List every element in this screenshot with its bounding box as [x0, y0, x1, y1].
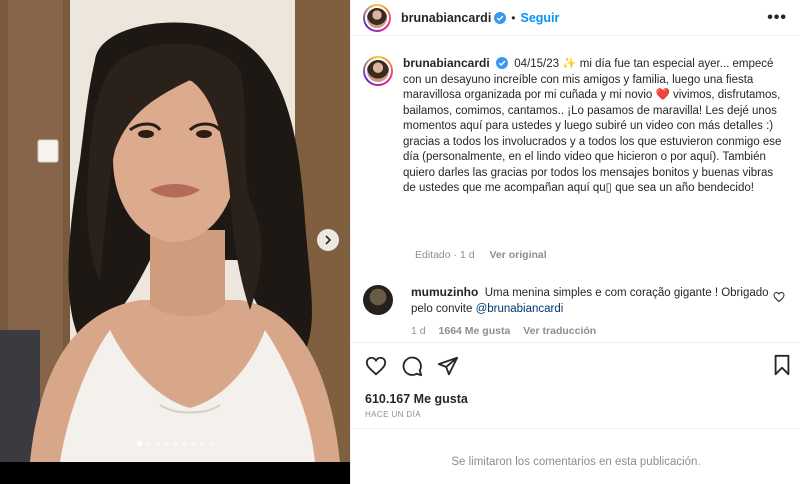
carousel-dots [0, 441, 350, 446]
carousel-dot [136, 441, 142, 446]
author-username[interactable]: brunabiancardi [401, 11, 491, 25]
verified-badge-icon [495, 57, 508, 69]
media-bottom-bar [0, 462, 350, 484]
header-separator: • [511, 10, 516, 25]
carousel-dot [190, 441, 196, 446]
author-avatar[interactable] [363, 3, 391, 32]
instagram-post-window: brunabiancardi • Seguir ••• brunabiancar… [0, 0, 800, 484]
comment-age: 1 d [411, 325, 426, 337]
comments-limited-notice: Se limitaron los comentarios en esta pub… [451, 456, 701, 468]
comment-mention-link[interactable]: @brunabiancardi [476, 303, 564, 315]
action-bar [365, 354, 793, 378]
comment-heart-icon[interactable] [773, 291, 785, 303]
post-media [0, 0, 350, 484]
comment-likes[interactable]: 1664 Me gusta [439, 325, 511, 337]
follow-button[interactable]: Seguir [521, 11, 560, 25]
carousel-dot [208, 441, 214, 446]
carousel-dot [199, 441, 205, 446]
carousel-dot [181, 441, 187, 446]
post-date: HACE UN DÍA [365, 410, 421, 419]
carousel-dot [163, 441, 169, 446]
post-header: brunabiancardi • Seguir ••• [351, 0, 800, 36]
carousel-dot [172, 441, 178, 446]
see-translation-button[interactable]: Ver traducción [523, 325, 596, 337]
caption-edited: Editado · 1 d [415, 249, 475, 261]
commenter-avatar[interactable] [363, 285, 393, 315]
post-side-panel: brunabiancardi • Seguir ••• brunabiancar… [350, 0, 800, 484]
caption-text: 04/15/23 ✨ mi día fue tan especial ayer.… [403, 58, 782, 194]
verified-badge-icon [494, 11, 507, 24]
portrait-image [0, 0, 350, 462]
more-options-icon[interactable]: ••• [767, 9, 787, 27]
comment-meta: 1 d 1664 Me gusta Ver traducción [411, 324, 771, 340]
post-photo[interactable] [0, 0, 350, 462]
carousel-dot [154, 441, 160, 446]
bookmark-icon[interactable] [771, 354, 793, 376]
caption-text-block: brunabiancardi 04/15/23 ✨ mi día fue tan… [403, 56, 789, 197]
commenter-username[interactable]: mumuzinho [411, 285, 478, 299]
like-count[interactable]: 610.167 Me gusta [365, 392, 468, 406]
caption-username[interactable]: brunabiancardi [403, 56, 490, 70]
carousel-dot [145, 441, 151, 446]
post-caption: brunabiancardi 04/15/23 ✨ mi día fue tan… [363, 56, 793, 197]
see-original-button[interactable]: Ver original [489, 249, 546, 261]
share-icon[interactable] [437, 355, 459, 377]
comment-item: mumuzinho Uma menina simples e com coraç… [363, 285, 793, 340]
caption-avatar[interactable] [363, 56, 393, 86]
heart-icon[interactable] [365, 355, 387, 377]
comment-icon[interactable] [401, 355, 423, 377]
divider [351, 342, 800, 343]
next-slide-button[interactable] [317, 229, 339, 251]
caption-meta: Editado · 1 d Ver original [415, 249, 547, 261]
divider [351, 428, 800, 429]
chevron-right-icon [325, 235, 332, 245]
comment-body: mumuzinho Uma menina simples e com coraç… [411, 285, 771, 340]
